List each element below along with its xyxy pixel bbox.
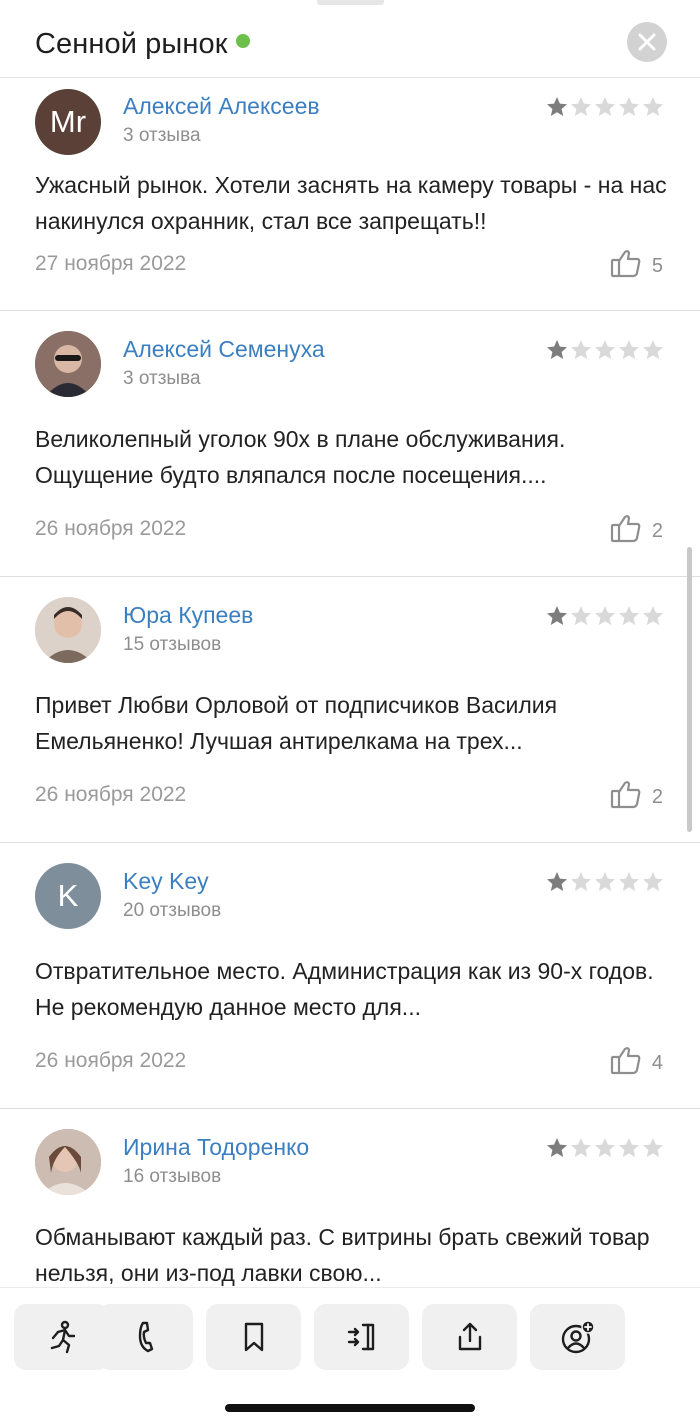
close-icon <box>638 33 656 51</box>
star-empty-icon <box>571 606 591 625</box>
star-empty-icon <box>571 97 591 116</box>
person-photo-icon <box>35 597 101 663</box>
review-text[interactable]: Великолепный уголок 90х в плане обслужив… <box>35 421 670 493</box>
thumbs-up-icon <box>610 513 642 549</box>
review-author[interactable]: Алексей Алексеев <box>123 93 320 120</box>
close-button[interactable] <box>627 22 667 62</box>
star-empty-icon <box>571 1138 591 1157</box>
review-author-count: 16 отзывов <box>123 1166 222 1187</box>
avatar[interactable] <box>35 331 101 397</box>
like-count: 2 <box>651 519 663 542</box>
thumbs-up-icon <box>610 1045 642 1081</box>
star-empty-icon <box>619 872 639 891</box>
avatar[interactable] <box>35 597 101 663</box>
route-button[interactable] <box>314 1304 409 1370</box>
avatar[interactable]: Mr <box>35 89 101 155</box>
home-indicator <box>225 1404 475 1412</box>
thumbs-up-icon <box>610 779 642 815</box>
person-photo-icon <box>35 331 101 397</box>
star-filled-icon <box>547 1138 567 1157</box>
thumbs-up-icon <box>610 248 642 284</box>
like-count: 4 <box>651 1051 663 1074</box>
review-text[interactable]: Обманывают каждый раз. С витрины брать с… <box>35 1219 670 1287</box>
star-empty-icon <box>595 872 615 891</box>
star-empty-icon <box>643 872 663 891</box>
review-text[interactable]: Отвратительное место. Администрация как … <box>35 953 670 1025</box>
review-author-count: 15 отзывов <box>123 634 222 655</box>
review-author[interactable]: Key Key <box>123 868 209 895</box>
star-empty-icon <box>643 340 663 359</box>
star-filled-icon <box>547 340 567 359</box>
review-text[interactable]: Привет Любви Орловой от подписчиков Васи… <box>35 687 670 759</box>
scrollbar[interactable] <box>687 547 692 832</box>
bookmark-icon <box>244 1322 263 1352</box>
rating-stars <box>545 338 665 362</box>
review-author[interactable]: Юра Купеев <box>123 602 253 629</box>
star-empty-icon <box>619 340 639 359</box>
star-filled-icon <box>547 606 567 625</box>
review-date: 26 ноября 2022 <box>35 1049 187 1072</box>
open-status-dot <box>235 34 250 48</box>
star-empty-icon <box>619 1138 639 1157</box>
avatar-initials: Mr <box>49 104 87 139</box>
person-photo-icon <box>35 1129 101 1195</box>
like-count: 5 <box>651 254 663 277</box>
sheet-header: Сенной рынок <box>0 0 700 78</box>
reviews-list[interactable]: Mr Алексей Алексеев 3 отзыва Ужасный рын… <box>0 79 700 1287</box>
add-person-icon <box>561 1320 595 1354</box>
review-card: Алексей Семенуха 3 отзыва Великолепный у… <box>0 311 700 577</box>
share-button[interactable] <box>422 1304 517 1370</box>
avatar-initials: K <box>57 878 79 913</box>
review-author-count: 20 отзывов <box>123 900 222 921</box>
add-person-button[interactable] <box>530 1304 625 1370</box>
walking-route-button[interactable] <box>14 1304 109 1370</box>
review-card: K Key Key 20 отзывов Отвратительное мест… <box>0 843 700 1109</box>
star-empty-icon <box>571 340 591 359</box>
review-card: Mr Алексей Алексеев 3 отзыва Ужасный рын… <box>0 79 700 311</box>
phone-icon <box>138 1321 153 1353</box>
like-button[interactable]: 5 <box>610 248 663 284</box>
star-empty-icon <box>571 872 591 891</box>
star-filled-icon <box>547 872 567 891</box>
place-title: Сенной рынок <box>35 28 250 61</box>
like-count: 2 <box>651 785 663 808</box>
review-author-count: 3 отзыва <box>123 368 201 389</box>
review-date: 26 ноября 2022 <box>35 517 187 540</box>
star-empty-icon <box>595 606 615 625</box>
star-empty-icon <box>595 1138 615 1157</box>
star-empty-icon <box>643 1138 663 1157</box>
call-button[interactable] <box>98 1304 193 1370</box>
star-empty-icon <box>643 606 663 625</box>
like-button[interactable]: 4 <box>610 1045 663 1081</box>
star-empty-icon <box>595 340 615 359</box>
review-author[interactable]: Алексей Семенуха <box>123 336 325 363</box>
star-filled-icon <box>547 97 567 116</box>
avatar[interactable]: K <box>35 863 101 929</box>
share-icon <box>458 1322 481 1351</box>
walking-person-icon <box>50 1320 75 1354</box>
review-date: 27 ноября 2022 <box>35 252 187 275</box>
review-date: 26 ноября 2022 <box>35 783 187 806</box>
star-empty-icon <box>619 97 639 116</box>
rating-stars <box>545 1136 665 1160</box>
review-author[interactable]: Ирина Тодоренко <box>123 1134 309 1161</box>
action-toolbar <box>0 1287 700 1423</box>
review-card: Ирина Тодоренко 16 отзывов Обманывают ка… <box>0 1109 700 1287</box>
review-card: Юра Купеев 15 отзывов Привет Любви Орлов… <box>0 577 700 843</box>
like-button[interactable]: 2 <box>610 779 663 815</box>
avatar[interactable] <box>35 1129 101 1195</box>
rating-stars <box>545 870 665 894</box>
review-text[interactable]: Ужасный рынок. Хотели заснять на камеру … <box>35 167 670 239</box>
review-author-count: 3 отзыва <box>123 125 201 146</box>
star-empty-icon <box>595 97 615 116</box>
route-icon <box>347 1323 374 1351</box>
like-button[interactable]: 2 <box>610 513 663 549</box>
bookmark-button[interactable] <box>206 1304 301 1370</box>
star-empty-icon <box>619 606 639 625</box>
star-empty-icon <box>643 97 663 116</box>
rating-stars <box>545 95 665 119</box>
rating-stars <box>545 604 665 628</box>
